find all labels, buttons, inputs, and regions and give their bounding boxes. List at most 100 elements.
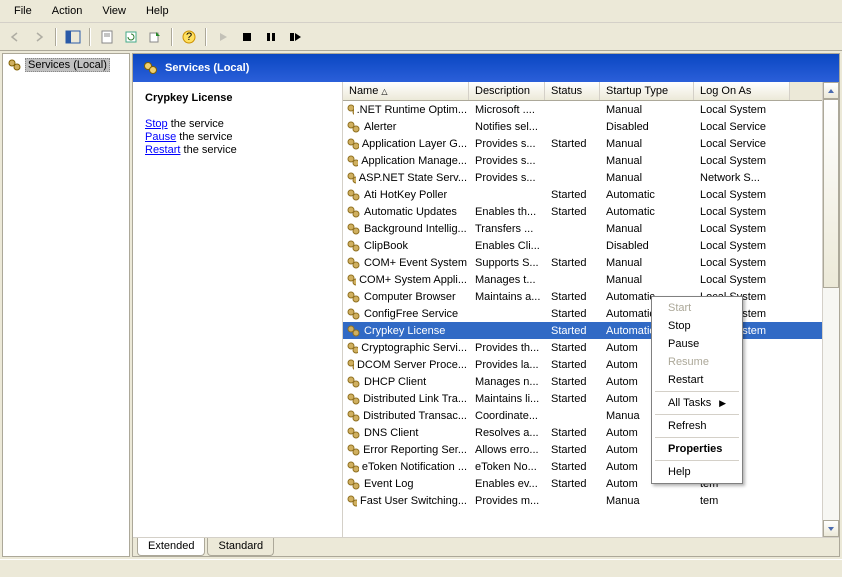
service-action-link[interactable]: Stop [145, 118, 168, 130]
menu-file[interactable]: File [4, 2, 42, 20]
refresh-button[interactable] [120, 26, 142, 48]
service-name: DNS Client [364, 427, 418, 439]
service-row[interactable]: Distributed Link Tra...Maintains li...St… [343, 390, 822, 407]
service-name: ASP.NET State Serv... [359, 172, 467, 184]
service-description: Microsoft .... [471, 104, 547, 116]
scroll-thumb[interactable] [823, 99, 839, 288]
service-name: Event Log [364, 478, 414, 490]
service-name: ClipBook [364, 240, 408, 252]
right-panel: Services (Local) Crypkey License Stop th… [132, 53, 840, 557]
menu-help[interactable]: Help [136, 2, 179, 20]
properties-button[interactable] [96, 26, 118, 48]
service-name: Application Manage... [361, 155, 467, 167]
service-icon [347, 290, 361, 304]
show-hide-tree-button[interactable] [62, 26, 84, 48]
service-description: Provides s... [471, 172, 547, 184]
column-logon-as[interactable]: Log On As [694, 82, 790, 100]
service-description: Enables Cli... [471, 240, 547, 252]
restart-service-button[interactable] [284, 26, 306, 48]
service-row[interactable]: COM+ Event SystemSupports S...StartedMan… [343, 254, 822, 271]
column-startup-type[interactable]: Startup Type [600, 82, 694, 100]
service-name: ConfigFree Service [364, 308, 458, 320]
context-menu-item[interactable]: Restart [654, 371, 740, 389]
service-name: Fast User Switching... [360, 495, 467, 507]
service-name: Ati HotKey Poller [364, 189, 447, 201]
tree-item-services-local[interactable]: Services (Local) [6, 57, 126, 73]
main-content: Services (Local) Services (Local) Crypke… [0, 51, 842, 559]
service-icon [347, 154, 358, 168]
column-description[interactable]: Description [469, 82, 545, 100]
service-row[interactable]: Background Intellig...Transfers ...Manua… [343, 220, 822, 237]
service-row[interactable]: Application Layer G...Provides s...Start… [343, 135, 822, 152]
column-status[interactable]: Status [545, 82, 600, 100]
context-menu-item[interactable]: All Tasks▶ [654, 394, 740, 412]
stop-service-button[interactable] [236, 26, 258, 48]
service-row[interactable]: Ati HotKey PollerStartedAutomaticLocal S… [343, 186, 822, 203]
tab-standard[interactable]: Standard [207, 538, 274, 556]
context-menu-item[interactable]: Help [654, 463, 740, 481]
service-description: Maintains li... [471, 393, 547, 405]
scroll-track[interactable] [823, 99, 839, 520]
menu-view[interactable]: View [92, 2, 136, 20]
export-list-button[interactable] [144, 26, 166, 48]
service-startup: Manual [602, 223, 696, 235]
service-startup: Manual [602, 104, 696, 116]
service-description: Provides th... [471, 342, 547, 354]
service-logon: Local System [696, 104, 792, 116]
service-description: Enables th... [471, 206, 547, 218]
service-row[interactable]: Error Reporting Ser...Allows erro...Star… [343, 441, 822, 458]
service-row[interactable]: DCOM Server Proce...Provides la...Starte… [343, 356, 822, 373]
service-logon: Local System [696, 206, 792, 218]
service-description: Manages t... [471, 274, 547, 286]
tab-extended[interactable]: Extended [137, 538, 205, 556]
service-row[interactable]: Application Manage...Provides s...Manual… [343, 152, 822, 169]
svg-text:?: ? [186, 31, 192, 43]
service-status: Started [547, 325, 602, 337]
service-row[interactable]: Fast User Switching...Provides m...Manua… [343, 492, 822, 509]
service-row[interactable]: Distributed Transac...Coordinate...Manua… [343, 407, 822, 424]
service-action-link[interactable]: Pause [145, 131, 176, 143]
service-row[interactable]: ASP.NET State Serv...Provides s...Manual… [343, 169, 822, 186]
service-name: Distributed Transac... [363, 410, 467, 422]
service-row[interactable]: AlerterNotifies sel...DisabledLocal Serv… [343, 118, 822, 135]
vertical-scrollbar[interactable] [822, 82, 839, 537]
service-row[interactable]: Event LogEnables ev...StartedAutomtem [343, 475, 822, 492]
service-row[interactable]: DHCP ClientManages n...StartedAutomtem [343, 373, 822, 390]
service-name: Alerter [364, 121, 396, 133]
service-row[interactable]: ConfigFree ServiceStartedAutomaticLocal … [343, 305, 822, 322]
service-row[interactable]: Cryptographic Servi...Provides th...Star… [343, 339, 822, 356]
service-description: Provides la... [471, 359, 547, 371]
service-row[interactable]: .NET Runtime Optim... Microsoft .... Manua… [343, 101, 822, 118]
service-icon [347, 392, 360, 406]
service-row[interactable]: Crypkey LicenseStartedAutomaticLocal Sys… [343, 322, 822, 339]
service-name: Automatic Updates [364, 206, 457, 218]
service-name: eToken Notification ... [362, 461, 467, 473]
pause-service-button[interactable] [260, 26, 282, 48]
start-service-button [212, 26, 234, 48]
context-menu-item[interactable]: Pause [654, 335, 740, 353]
service-name: .NET Runtime Optim... [357, 104, 467, 116]
service-description: Supports S... [471, 257, 547, 269]
service-action-link[interactable]: Restart [145, 144, 180, 156]
service-row[interactable]: ClipBookEnables Cli...DisabledLocal Syst… [343, 237, 822, 254]
context-menu-item[interactable]: Stop [654, 317, 740, 335]
service-row[interactable]: Computer BrowserMaintains a...StartedAut… [343, 288, 822, 305]
service-description: Provides m... [471, 495, 547, 507]
service-icon [347, 494, 357, 508]
context-menu-item[interactable]: Properties [654, 440, 740, 458]
context-menu-item[interactable]: Refresh [654, 417, 740, 435]
column-name[interactable]: Name △ [343, 82, 469, 100]
scroll-up-button[interactable] [823, 82, 839, 99]
service-logon: Local System [696, 274, 792, 286]
menu-action[interactable]: Action [42, 2, 93, 20]
service-row[interactable]: eToken Notification ...eToken No...Start… [343, 458, 822, 475]
scroll-down-button[interactable] [823, 520, 839, 537]
services-icon [8, 58, 22, 72]
service-startup: Disabled [602, 121, 696, 133]
service-row[interactable]: Automatic UpdatesEnables th...StartedAut… [343, 203, 822, 220]
service-status: Started [547, 478, 602, 490]
help-button[interactable]: ? [178, 26, 200, 48]
toolbar: ? [0, 23, 842, 51]
service-row[interactable]: COM+ System Appli...Manages t...ManualLo… [343, 271, 822, 288]
service-row[interactable]: DNS ClientResolves a...StartedAutomS... [343, 424, 822, 441]
